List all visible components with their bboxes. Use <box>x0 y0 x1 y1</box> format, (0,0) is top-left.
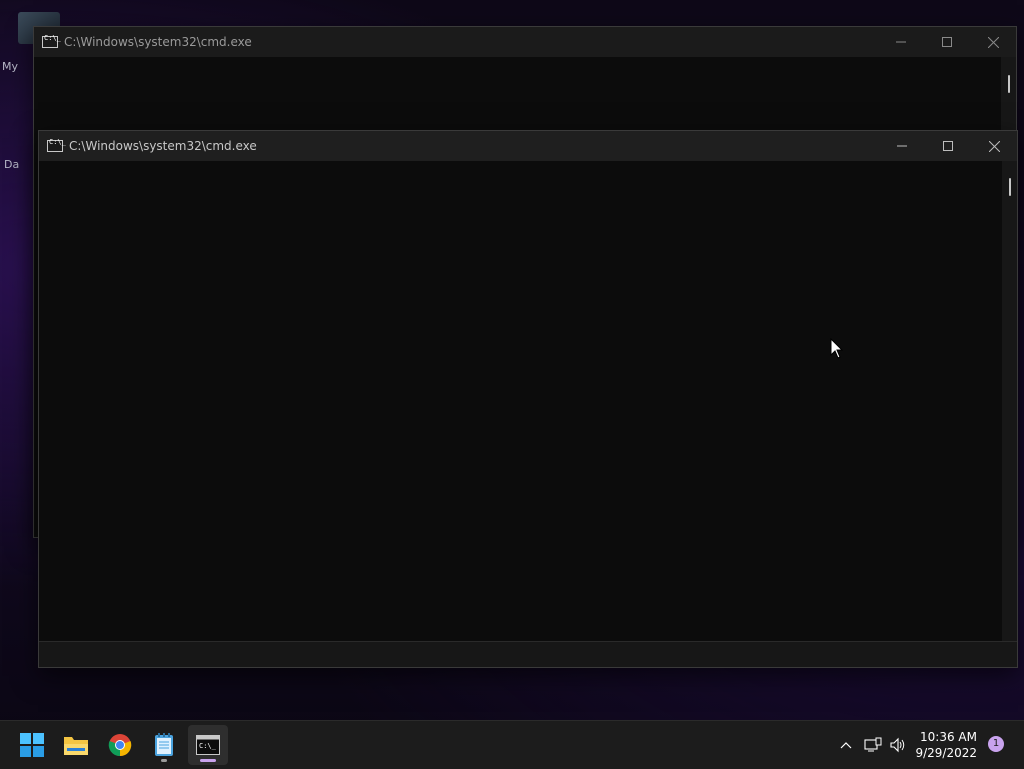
svg-text:C:\_: C:\_ <box>199 742 217 750</box>
command-prompt-button[interactable]: C:\_ <box>188 725 228 765</box>
cmd-window-front[interactable]: C:\Windows\system32\cmd.exe <box>38 130 1018 668</box>
close-button[interactable] <box>971 131 1017 161</box>
desktop-icon-label: Da <box>4 158 20 171</box>
chevron-up-icon <box>840 742 852 749</box>
cmd-icon <box>47 138 66 152</box>
clock-date: 9/29/2022 <box>915 746 977 760</box>
notification-badge[interactable]: 1 <box>988 736 1004 752</box>
start-icon <box>20 733 44 757</box>
close-button[interactable] <box>970 27 1016 57</box>
clock-time: 10:36 AM <box>920 730 977 744</box>
active-indicator <box>200 759 216 762</box>
maximize-icon <box>942 37 952 47</box>
volume-icon <box>890 737 905 753</box>
mouse-cursor-icon <box>830 338 844 359</box>
minimize-icon <box>896 41 906 43</box>
running-indicator <box>161 759 167 762</box>
title-bar[interactable]: C:\Windows\system32\cmd.exe <box>34 27 1016 57</box>
minimize-icon <box>897 145 907 147</box>
chrome-icon <box>108 734 132 757</box>
scrollbar-thumb[interactable] <box>1008 75 1010 93</box>
file-explorer-icon <box>64 737 88 755</box>
maximize-button[interactable] <box>925 131 971 161</box>
maximize-button[interactable] <box>924 27 970 57</box>
notepad-button[interactable] <box>144 725 184 765</box>
horizontal-scrollbar[interactable] <box>39 641 1017 667</box>
title-bar[interactable]: C:\Windows\system32\cmd.exe <box>39 131 1017 161</box>
command-prompt-icon: C:\_ <box>196 735 220 755</box>
show-hidden-icons-button[interactable] <box>836 721 856 769</box>
window-title: C:\Windows\system32\cmd.exe <box>69 139 257 153</box>
minimize-button[interactable] <box>879 131 925 161</box>
close-icon <box>988 140 1000 152</box>
maximize-icon <box>943 141 953 151</box>
taskbar: C:\_ 10:36 AM 9/29/2022 <box>0 720 1024 769</box>
window-title: C:\Windows\system32\cmd.exe <box>64 35 252 49</box>
desktop-icon-label: My <box>2 60 19 73</box>
close-icon <box>987 36 999 48</box>
network-icon <box>864 737 882 752</box>
vertical-scrollbar[interactable] <box>1002 161 1017 642</box>
cmd-icon <box>42 34 61 48</box>
volume-button[interactable] <box>887 721 909 769</box>
chrome-button[interactable] <box>100 725 140 765</box>
notepad-icon <box>155 733 173 756</box>
clock[interactable]: 10:36 AM 9/29/2022 <box>915 729 977 761</box>
network-button[interactable] <box>862 721 884 769</box>
minimize-button[interactable] <box>878 27 924 57</box>
file-explorer-button[interactable] <box>56 725 96 765</box>
start-button[interactable] <box>12 725 52 765</box>
scrollbar-thumb[interactable] <box>1009 178 1011 196</box>
